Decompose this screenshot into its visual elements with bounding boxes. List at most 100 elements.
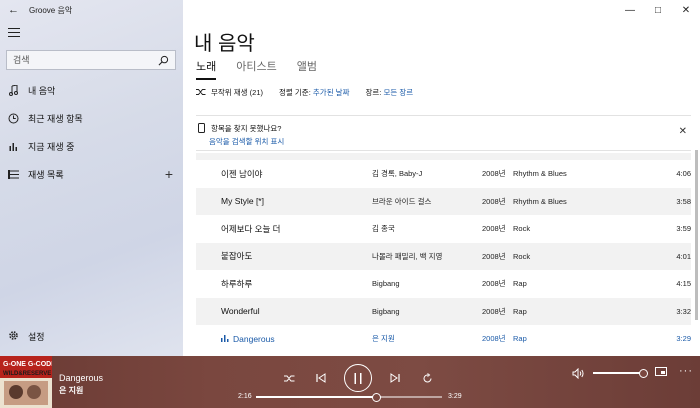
- table-row[interactable]: 이젠 남이야 김 경록, Baby-J 2008년 Rhythm & Blues 4:0…: [196, 160, 691, 188]
- volume-slider-thumb[interactable]: [638, 368, 648, 378]
- track-genre: Rap: [513, 307, 663, 316]
- track-genre: Rhythm & Blues: [513, 197, 663, 206]
- sidebar-nav: 내 음악 최근 재생 항목 지금 재생 중 재생 목록 +: [0, 76, 183, 188]
- sort-value: 추가된 날짜: [312, 88, 350, 97]
- track-duration: 4:15: [663, 279, 691, 288]
- track-genre-text: Rap: [513, 279, 527, 289]
- search-box[interactable]: [6, 50, 176, 70]
- track-artist: Bigbang: [372, 279, 482, 288]
- genre-label: 장르:: [365, 88, 382, 97]
- track-title: Wonderful: [196, 306, 372, 316]
- track-duration-text: 3:29: [676, 334, 691, 344]
- tab-artists[interactable]: 아티스트: [236, 58, 276, 80]
- mini-player-icon[interactable]: [655, 367, 667, 378]
- track-genre-text: Rock: [513, 224, 531, 234]
- album-art[interactable]: G-ONE G-CODE WILD&RESERVE: [0, 356, 52, 408]
- settings-button[interactable]: 설정: [8, 330, 45, 343]
- player-bar: G-ONE G-CODE WILD&RESERVE Dangerous 은 지원…: [0, 356, 700, 408]
- sidebar-item-label: 재생 목록: [28, 169, 64, 180]
- seek-bar[interactable]: [256, 392, 442, 402]
- track-duration-text: 3:59: [676, 224, 691, 234]
- search-input[interactable]: [13, 55, 143, 65]
- clock-icon: [8, 113, 19, 124]
- pause-button[interactable]: [344, 364, 372, 392]
- close-notice-icon[interactable]: ✕: [679, 126, 687, 137]
- track-year-text: 2008년: [482, 196, 506, 206]
- track-genre: Rap: [513, 279, 663, 288]
- track-artist-text: 김 경록, Baby-J: [372, 169, 423, 179]
- minimize-icon[interactable]: —: [616, 0, 644, 20]
- shuffle-all-button[interactable]: 무작위 재생 (21): [196, 87, 263, 98]
- table-row[interactable]: 하루하루 Bigbang 2008년 Rap 4:15: [196, 270, 691, 298]
- tab-songs[interactable]: 노래: [196, 58, 217, 80]
- track-title-text: My Style [*]: [221, 196, 264, 207]
- seek-bar-thumb[interactable]: [372, 392, 382, 402]
- track-title: 이젠 남이야: [196, 168, 372, 180]
- page-title: 내 음악: [194, 33, 255, 55]
- toolbar: 무작위 재생 (21) 정렬 기준: 추가된 날짜 장르: 모든 장르: [196, 87, 413, 98]
- table-row[interactable]: 어제보다 오늘 더 김 종국 2008년 Rock 3:59: [196, 215, 691, 243]
- missing-music-notice: 항목을 찾지 못했나요? 음악을 검색할 위치 표시 ✕: [196, 115, 691, 151]
- volume-slider[interactable]: [593, 368, 648, 378]
- track-year: 2008년: [482, 278, 513, 289]
- repeat-icon[interactable]: [418, 369, 436, 387]
- sort-label: 정렬 기준:: [279, 88, 311, 97]
- track-artist: 브라운 아이드 걸스: [372, 196, 482, 207]
- next-icon[interactable]: [386, 369, 404, 387]
- track-genre-text: Rock: [513, 251, 531, 261]
- track-duration-text: 4:01: [676, 251, 691, 261]
- sort-dropdown[interactable]: 정렬 기준: 추가된 날짜: [279, 87, 349, 98]
- sidebar-item-label: 최근 재생 항목: [28, 113, 83, 124]
- scrollbar[interactable]: [695, 150, 698, 320]
- tab-albums[interactable]: 앨범: [297, 58, 317, 80]
- track-artist: 은 지원: [372, 333, 482, 344]
- track-genre: Rock: [513, 252, 663, 261]
- playlist-icon: [8, 169, 19, 180]
- shuffle-icon[interactable]: [280, 369, 298, 387]
- sidebar-item-label: 지금 재생 중: [28, 141, 75, 152]
- genre-dropdown[interactable]: 장르: 모든 장르: [365, 87, 413, 98]
- table-row[interactable]: My Style [*] 브라운 아이드 걸스 2008년 Rhythm & Blue…: [196, 187, 691, 215]
- sidebar-item-now-playing[interactable]: 지금 재생 중: [0, 132, 183, 160]
- sidebar-item-my-music[interactable]: 내 음악: [0, 76, 183, 104]
- sidebar-item-label: 내 음악: [28, 85, 56, 96]
- volume-icon[interactable]: [572, 367, 585, 381]
- track-duration: 3:59: [663, 224, 691, 233]
- track-title-text: Dangerous: [233, 333, 275, 344]
- track-title-text: 어제보다 오늘 더: [221, 223, 281, 234]
- table-row[interactable]: Dangerous 은 지원 2008년 Rap 3:29: [196, 325, 691, 353]
- track-year-text: 2008년: [482, 306, 506, 316]
- playback-controls: [280, 364, 436, 392]
- previous-icon[interactable]: [312, 369, 330, 387]
- settings-label: 설정: [28, 332, 45, 342]
- track-genre: Rap: [513, 334, 663, 343]
- track-year: 2008년: [482, 223, 513, 234]
- track-duration: 3:29: [663, 334, 691, 343]
- main-content: — □ ✕ 내 음악 노래 아티스트 앨범 무작위 재생 (21) 정렬 기준:…: [183, 0, 700, 356]
- shuffle-label: 무작위 재생 (21): [211, 88, 264, 97]
- choose-locations-link[interactable]: 음악을 검색할 위치 표시: [209, 136, 284, 147]
- sidebar-item-playlists[interactable]: 재생 목록 +: [0, 160, 183, 188]
- back-arrow-icon[interactable]: ←: [8, 4, 19, 16]
- track-title: 붙잡아도: [196, 250, 372, 262]
- maximize-icon[interactable]: □: [644, 0, 672, 20]
- table-row[interactable]: 붙잡아도 나몰라 패밀리, 백 지영 2008년 Rock 4:01: [196, 242, 691, 270]
- now-playing-title[interactable]: Dangerous: [59, 373, 103, 383]
- more-options-icon[interactable]: ···: [679, 365, 693, 377]
- search-icon[interactable]: [158, 55, 169, 66]
- sidebar-item-recent[interactable]: 최근 재생 항목: [0, 104, 183, 132]
- track-artist: 김 경록, Baby-J: [372, 168, 482, 179]
- now-playing-artist[interactable]: 은 지원: [59, 385, 83, 396]
- track-artist: 김 종국: [372, 223, 482, 234]
- table-row[interactable]: Wonderful Bigbang 2008년 Rap 3:32: [196, 297, 691, 325]
- seek-bar-fill: [256, 396, 377, 398]
- track-artist-text: 김 종국: [372, 224, 395, 234]
- close-window-icon[interactable]: ✕: [672, 0, 700, 20]
- list-top-row: [196, 153, 691, 160]
- hamburger-menu-icon[interactable]: [8, 28, 20, 38]
- track-artist-text: 브라운 아이드 걸스: [372, 196, 432, 206]
- track-duration: 3:58: [663, 197, 691, 206]
- track-year: 2008년: [482, 168, 513, 179]
- add-playlist-icon[interactable]: +: [165, 166, 173, 182]
- svg-text:WILD&RESERVE: WILD&RESERVE: [3, 371, 51, 377]
